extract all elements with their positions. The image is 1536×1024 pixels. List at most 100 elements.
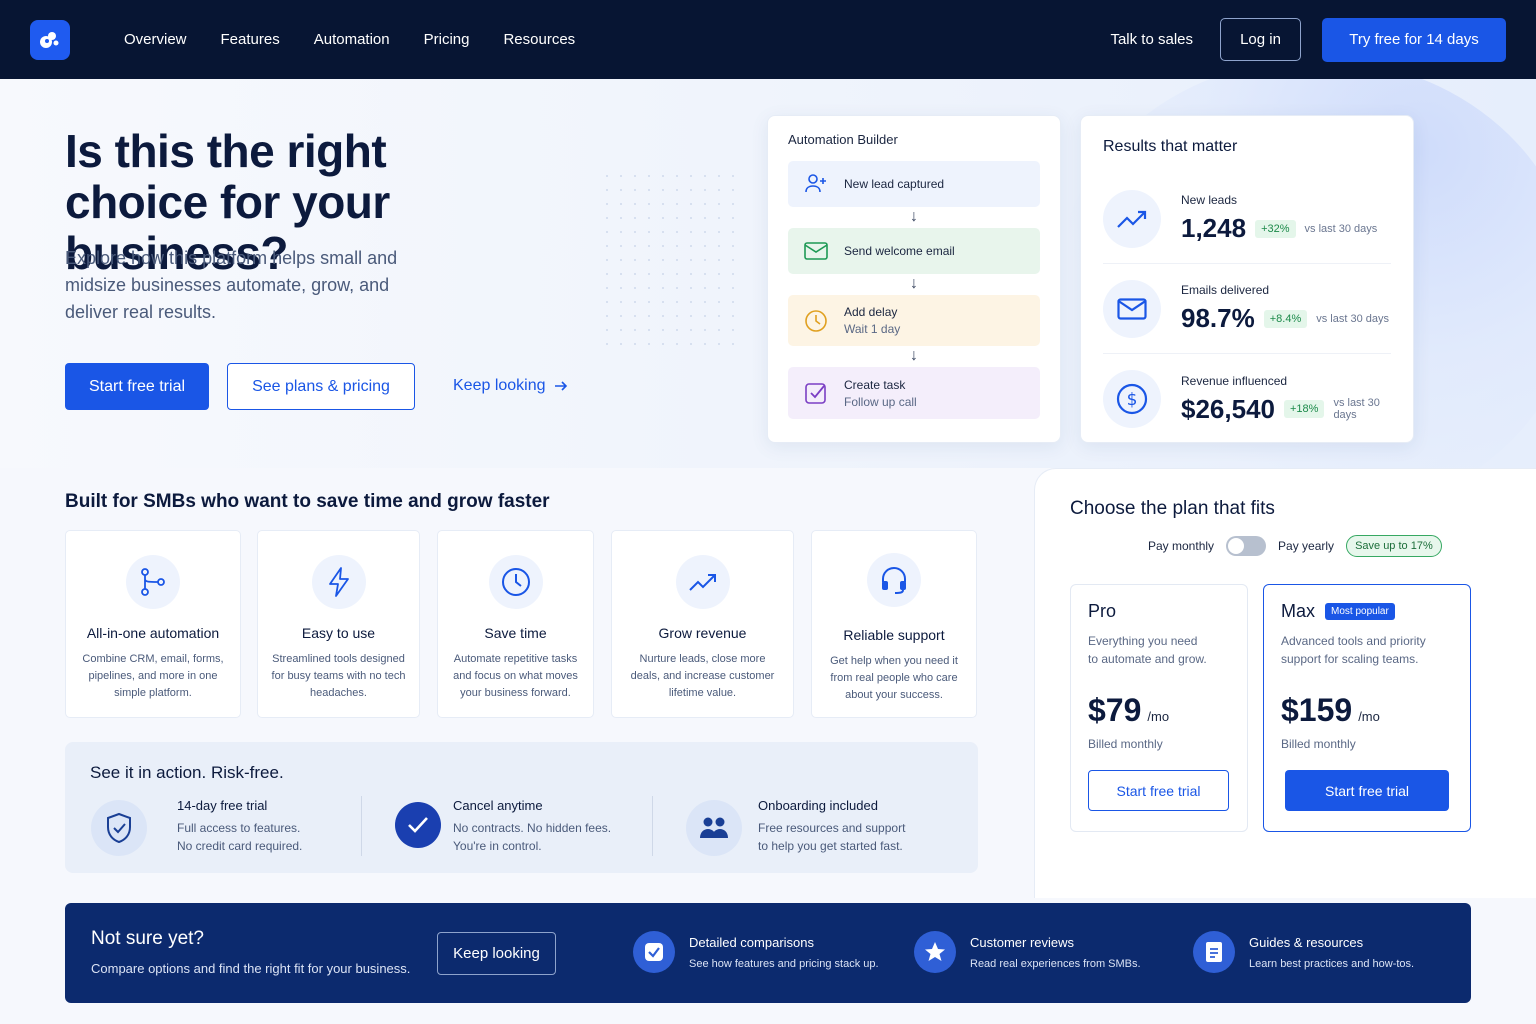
result-row-emails: Emails delivered 98.7% +8.4% vs last 30 …: [1103, 264, 1391, 354]
action-item-line: No credit card required.: [177, 839, 303, 853]
divider: [361, 796, 362, 856]
action-item-line: You're in control.: [453, 839, 542, 853]
step-new-lead[interactable]: New lead captured: [788, 161, 1040, 207]
clock-icon: [488, 555, 543, 609]
shield-check-icon: [91, 800, 147, 856]
feature-card-save-time: Save time Automate repetitive tasks and …: [437, 530, 594, 718]
workflow-icon: [126, 555, 180, 609]
cancel-item: Cancel anytime No contracts. No hidden f…: [395, 798, 611, 855]
nav-overview[interactable]: Overview: [124, 31, 187, 48]
star-icon: [914, 931, 956, 973]
change-badge: +18%: [1283, 400, 1325, 418]
feature-card-automation: All-in-one automation Combine CRM, email…: [65, 530, 241, 718]
plan-card-pro: Pro Everything you need to automate and …: [1070, 584, 1248, 832]
nav-pricing[interactable]: Pricing: [424, 31, 470, 48]
comparison-text: vs last 30 days: [1316, 312, 1389, 325]
check-circle-icon: [395, 802, 441, 848]
plan-name: Pro: [1088, 601, 1117, 621]
pay-yearly-label: Pay yearly: [1278, 539, 1335, 553]
try-free-button[interactable]: Try free for 14 days: [1322, 17, 1506, 62]
top-nav: Overview Features Automation Pricing Res…: [0, 0, 1536, 79]
banner-item-title: Guides & resources: [1249, 934, 1364, 950]
step-welcome-email[interactable]: Send welcome email: [788, 228, 1040, 274]
plan-name: Max: [1281, 601, 1316, 621]
result-value: 98.7%: [1181, 303, 1255, 333]
max-start-trial-button[interactable]: Start free trial: [1285, 770, 1449, 811]
result-label: Emails delivered: [1181, 283, 1270, 297]
feature-title: Easy to use: [301, 625, 376, 641]
change-badge: +32%: [1255, 219, 1296, 238]
result-row-revenue: $ Revenue influenced $26,540 +18% vs las…: [1103, 354, 1391, 444]
logo[interactable]: [30, 19, 70, 60]
automation-builder-title: Automation Builder: [788, 132, 898, 147]
logo-icon: [40, 31, 59, 48]
add-user-icon: [805, 174, 826, 193]
document-icon: [1193, 931, 1235, 973]
pro-start-trial-button[interactable]: Start free trial: [1088, 770, 1229, 811]
plan-price: $79: [1088, 692, 1142, 728]
checkbox-icon: [805, 383, 826, 404]
result-label: Revenue influenced: [1181, 373, 1288, 388]
risk-free-title: See it in action. Risk-free.: [90, 763, 284, 782]
talk-to-sales-link[interactable]: Talk to sales: [1110, 31, 1193, 48]
comparison-text: vs last 30 days: [1333, 397, 1380, 421]
plan-desc-line: support for scaling teams.: [1281, 652, 1419, 666]
nav-resources[interactable]: Resources: [503, 31, 575, 48]
nav-actions: Talk to sales Log in Try free for 14 day…: [1110, 17, 1506, 62]
dollar-icon: $: [1103, 370, 1161, 428]
step-sublabel: Follow up call: [844, 394, 917, 409]
banner-item-desc: Read real experiences from SMBs.: [970, 957, 1141, 970]
arrow-down-icon: ↓: [910, 275, 918, 292]
results-title: Results that matter: [1103, 138, 1238, 155]
feature-card-revenue: Grow revenue Nurture leads, close more d…: [611, 530, 794, 718]
trend-up-icon: [1103, 189, 1161, 248]
nav-features[interactable]: Features: [221, 31, 280, 48]
most-popular-badge: Most popular: [1325, 603, 1395, 620]
banner-item-desc: See how features and pricing stack up.: [689, 957, 879, 970]
login-button[interactable]: Log in: [1220, 18, 1301, 61]
divider: [652, 796, 653, 856]
result-value: $26,540: [1181, 393, 1275, 424]
billing-note: Billed monthly: [1088, 737, 1163, 751]
action-item-line: to help you get started fast.: [758, 839, 903, 853]
banner-item-guides[interactable]: Guides & resources Learn best practices …: [1193, 931, 1414, 973]
billing-toggle[interactable]: [1226, 536, 1267, 556]
step-label: New lead captured: [844, 177, 945, 191]
step-create-task[interactable]: Create task Follow up call: [788, 367, 1040, 419]
mail-icon: [804, 242, 828, 260]
automation-builder-card: Automation Builder New lead captured ↓ S…: [767, 115, 1061, 443]
change-badge: +8.4%: [1263, 309, 1308, 328]
users-icon: [686, 800, 742, 856]
risk-free-panel: See it in action. Risk-free. 14-day free…: [65, 742, 978, 873]
shield-check-icon: [633, 931, 675, 973]
feature-desc: Combine CRM, email, forms, pipelines, an…: [82, 653, 224, 699]
step-add-delay[interactable]: Add delay Wait 1 day: [788, 295, 1040, 346]
action-item-line: No contracts. No hidden fees.: [453, 821, 612, 835]
banner-item-comparisons[interactable]: Detailed comparisons See how features an…: [633, 931, 879, 973]
trend-up-icon: [675, 555, 730, 609]
svg-text:$: $: [1127, 390, 1138, 410]
see-plans-button[interactable]: See plans & pricing: [227, 363, 415, 410]
price-period: /mo: [1147, 709, 1170, 724]
action-item-title: Cancel anytime: [453, 798, 543, 813]
banner-keep-looking-button[interactable]: Keep looking: [437, 932, 556, 975]
banner-item-desc: Learn best practices and how-tos.: [1249, 957, 1415, 970]
title-line-1: Is this the right: [65, 125, 387, 177]
banner-title: Not sure yet?: [91, 928, 204, 949]
start-trial-button[interactable]: Start free trial: [65, 363, 209, 410]
trial-item: 14-day free trial Full access to feature…: [91, 798, 302, 856]
plan-desc-line: Advanced tools and priority: [1281, 634, 1426, 648]
feature-desc: Get help when you need it from real peop…: [830, 655, 958, 701]
feature-desc: Nurture leads, close more deals, and inc…: [630, 653, 775, 699]
banner-item-reviews[interactable]: Customer reviews Read real experiences f…: [914, 931, 1141, 973]
plan-desc-line: Everything you need: [1088, 634, 1198, 648]
plan-desc-line: to automate and grow.: [1088, 652, 1207, 666]
nav-automation[interactable]: Automation: [314, 31, 390, 48]
pay-monthly-label: Pay monthly: [1148, 539, 1215, 553]
arrow-down-icon: ↓: [910, 208, 918, 225]
plan-card-max: Max Most popular Advanced tools and prio…: [1263, 584, 1471, 832]
built-for-title: Built for SMBs who want to save time and…: [65, 491, 550, 512]
onboarding-item: Onboarding included Free resources and s…: [686, 798, 905, 856]
keep-looking-link[interactable]: Keep looking: [453, 377, 568, 395]
plans-title: Choose the plan that fits: [1070, 498, 1275, 519]
